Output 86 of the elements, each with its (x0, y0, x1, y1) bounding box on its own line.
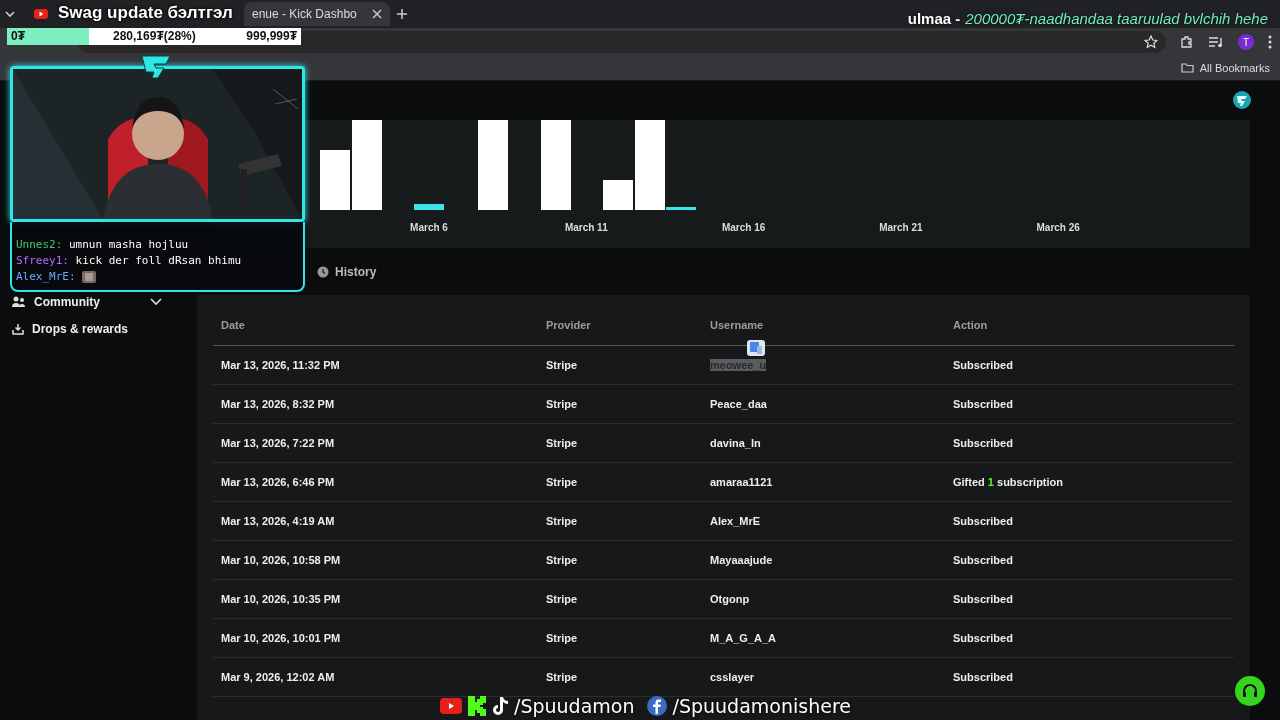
media-icon[interactable] (1208, 36, 1224, 48)
bar (320, 150, 350, 210)
social-handle: /Spuudamon (514, 695, 635, 717)
table-cell: Mar 13, 2026, 11:32 PM (221, 359, 340, 371)
bookmarks-folder[interactable]: All Bookmarks (1180, 62, 1270, 74)
puzzle-icon[interactable] (1180, 35, 1194, 49)
username-cell: Otgonp (710, 593, 750, 605)
chevron-down-icon[interactable] (4, 8, 16, 20)
table-cell: Mar 9, 2026, 12:02 AM (221, 671, 335, 683)
bar (603, 180, 633, 210)
table-cell: Stripe (546, 476, 578, 488)
chat-message: Sfreey1: kick der foll dRsan bhimu (16, 254, 243, 267)
facebook-icon (646, 696, 667, 716)
goal-start: 0₮ (11, 29, 25, 43)
history-tab[interactable]: History (317, 264, 377, 279)
clock-icon (317, 265, 329, 278)
translate-icon[interactable] (747, 340, 765, 356)
gift-tray-icon (12, 322, 24, 335)
table-cell: Stripe (546, 359, 578, 371)
table-cell: Mar 10, 2026, 10:58 PM (221, 554, 341, 566)
table-cell: Stripe (546, 593, 578, 605)
table-cell: Mar 10, 2026, 10:35 PM (221, 593, 341, 605)
sidebar-item[interactable]: Drops & rewards (12, 319, 162, 338)
column-header: Action (953, 319, 988, 331)
table-cell: Stripe (546, 632, 578, 644)
video-icon (34, 9, 48, 19)
logo-icon (1233, 91, 1251, 109)
donor-name: ulmaa - (907, 10, 961, 27)
username-cell: Mayaaajude (710, 554, 773, 566)
username-cell: amaraa1121 (710, 476, 773, 488)
axis-label: March 6 (410, 222, 448, 233)
people-icon (12, 295, 26, 308)
table-cell: Subscribed (953, 398, 1013, 410)
social-handle: /Spuudamonishere (672, 695, 851, 717)
goal-current: 280,169₮(28%) (113, 29, 196, 43)
table-cell: Subscribed (953, 437, 1013, 449)
chat-message: Unnes2: umnun masha hojluu (16, 238, 190, 251)
star-icon[interactable] (1144, 35, 1158, 49)
axis-label: March 21 (879, 222, 923, 233)
address-bar[interactable] (78, 31, 1166, 53)
emote-icon (82, 271, 97, 283)
letter-k-icon (468, 696, 486, 716)
profile-avatar[interactable]: T (1238, 34, 1254, 50)
table-cell: Stripe (546, 554, 578, 566)
table-cell: Stripe (546, 437, 578, 449)
column-header: Provider (546, 319, 591, 331)
axis-label: March 26 (1036, 222, 1080, 233)
table-cell: Mar 10, 2026, 10:01 PM (221, 632, 341, 644)
column-header: Username (710, 319, 764, 331)
goal-target: 999,999₮ (246, 29, 297, 43)
table-cell: Subscribed (953, 515, 1013, 527)
table-cell: Stripe (546, 515, 578, 527)
table-cell: Subscribed (953, 554, 1013, 566)
username-cell: davina_ln (710, 437, 761, 449)
table-cell: Stripe (546, 398, 578, 410)
table-cell: Subscribed (953, 593, 1013, 605)
table-cell: Mar 13, 2026, 6:46 PM (221, 476, 335, 488)
table-cell: Subscribed (953, 671, 1013, 683)
table-cell: Subscribed (953, 359, 1013, 371)
folder-icon (1180, 63, 1194, 73)
stream-title: Swag update бэлтгэл (58, 3, 233, 23)
headset-icon (1242, 683, 1258, 699)
username-cell: Alex_MrE (710, 515, 761, 527)
kebab-menu-icon[interactable] (1268, 35, 1272, 49)
chat-message: Alex_MrE: (16, 270, 299, 283)
table-cell: Mar 13, 2026, 7:22 PM (221, 437, 335, 449)
video-play-icon (440, 698, 462, 714)
music-note-icon (492, 697, 508, 715)
table-cell: Stripe (546, 671, 578, 683)
plus-icon[interactable] (396, 8, 408, 20)
table-cell: Mar 13, 2026, 4:19 AM (221, 515, 335, 527)
bar (414, 204, 444, 210)
axis-label: March 16 (721, 222, 766, 233)
username-cell: csslayer (710, 671, 755, 683)
table-cell: Mar 13, 2026, 8:32 PM (221, 398, 335, 410)
table-cell: Gifted 1 subscription (953, 476, 1064, 488)
table-cell: Subscribed (953, 632, 1013, 644)
close-icon[interactable] (372, 9, 382, 19)
browser-tab[interactable]: enue - Kick Dashbo (244, 2, 390, 26)
donation-message: 200000₮-naadhandaa taaruulad bvlchih hehe (965, 10, 1268, 27)
sidebar-item[interactable]: Community (12, 292, 162, 311)
username-cell: M_A_G_A_A (710, 632, 777, 644)
axis-label: March 11 (564, 222, 608, 233)
column-header: Date (221, 319, 245, 331)
username-cell: Peace_daa (710, 398, 767, 410)
support-button[interactable] (1235, 676, 1265, 706)
